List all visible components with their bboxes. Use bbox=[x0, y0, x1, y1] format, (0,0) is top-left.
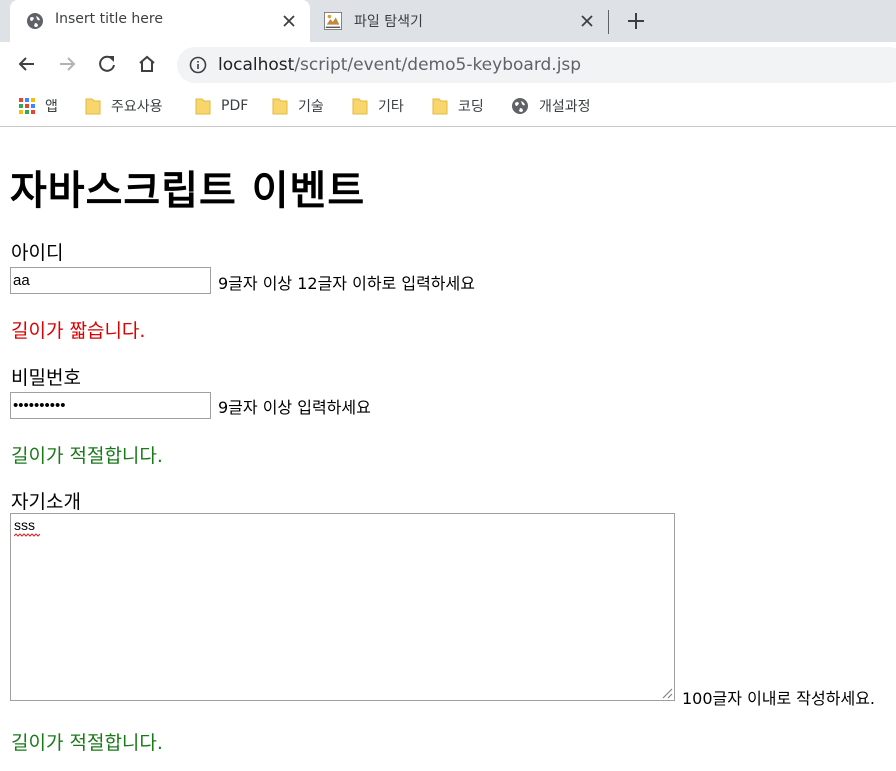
bookmark-folder-tech[interactable]: 기술 bbox=[272, 95, 324, 117]
spellcheck-underline bbox=[14, 533, 40, 537]
tab-divider bbox=[608, 10, 609, 34]
close-icon[interactable] bbox=[280, 12, 298, 30]
resize-handle-icon[interactable] bbox=[661, 687, 673, 699]
bookmark-label: 기술 bbox=[298, 99, 324, 115]
url-host: localhost bbox=[218, 55, 295, 75]
reload-icon[interactable] bbox=[96, 53, 118, 75]
folder-icon bbox=[272, 98, 288, 115]
intro-length-message: 길이가 적절합니다. bbox=[11, 732, 163, 754]
folder-icon bbox=[85, 98, 101, 115]
forward-arrow-icon[interactable] bbox=[56, 53, 78, 75]
bookmark-course[interactable]: 개설과정 bbox=[511, 95, 591, 117]
intro-textarea[interactable]: sss bbox=[10, 513, 675, 701]
bookmark-label: 앱 bbox=[45, 99, 58, 115]
globe-icon bbox=[512, 98, 528, 114]
url-text: localhost/script/event/demo5-keyboard.js… bbox=[218, 55, 581, 75]
url-path: /script/event/demo5-keyboard.jsp bbox=[294, 55, 582, 75]
tab-strip: Insert title here 파일 탐색기 bbox=[0, 0, 896, 42]
bookmark-folder-main[interactable]: 주요사용 bbox=[85, 95, 163, 117]
home-icon[interactable] bbox=[136, 53, 158, 75]
address-bar[interactable]: localhost/script/event/demo5-keyboard.js… bbox=[177, 47, 896, 83]
password-length-message: 길이가 적절합니다. bbox=[11, 445, 163, 467]
id-input[interactable] bbox=[10, 267, 211, 294]
bookmark-label: 주요사용 bbox=[111, 99, 163, 115]
folder-icon bbox=[432, 98, 448, 115]
folder-icon bbox=[352, 98, 368, 115]
bookmarks-bar: 앱 주요사용 PDF 기술 기타 코딩 개설과정 bbox=[0, 87, 896, 127]
globe-icon bbox=[27, 13, 43, 29]
password-input[interactable] bbox=[10, 392, 211, 419]
bookmark-label: 개설과정 bbox=[539, 99, 591, 115]
info-icon[interactable] bbox=[189, 56, 207, 74]
bookmark-label: PDF bbox=[221, 98, 249, 114]
page-title: 자바스크립트 이벤트 bbox=[10, 168, 366, 214]
navigation-bar: localhost/script/event/demo5-keyboard.js… bbox=[0, 42, 896, 87]
id-length-message: 길이가 짧습니다. bbox=[11, 320, 146, 342]
password-label: 비밀번호 bbox=[11, 367, 81, 389]
bookmark-label: 코딩 bbox=[458, 99, 484, 115]
folder-icon bbox=[195, 98, 211, 115]
password-hint: 9글자 이상 입력하세요 bbox=[218, 398, 371, 417]
intro-label: 자기소개 bbox=[11, 491, 81, 513]
tab-insert-title[interactable]: Insert title here bbox=[10, 0, 310, 42]
apps-grid-icon bbox=[19, 98, 35, 114]
bookmark-apps[interactable]: 앱 bbox=[19, 95, 58, 117]
file-explorer-icon bbox=[324, 12, 342, 30]
bookmark-label: 기타 bbox=[378, 99, 404, 115]
intro-hint: 100글자 이내로 작성하세요. bbox=[682, 689, 875, 708]
bookmark-folder-coding[interactable]: 코딩 bbox=[432, 95, 484, 117]
close-icon[interactable] bbox=[578, 12, 596, 30]
bookmark-folder-etc[interactable]: 기타 bbox=[352, 95, 404, 117]
bookmark-folder-pdf[interactable]: PDF bbox=[195, 95, 248, 117]
tab-title: Insert title here bbox=[55, 11, 163, 27]
tab-title: 파일 탐색기 bbox=[354, 14, 423, 30]
new-tab-icon[interactable] bbox=[625, 10, 647, 32]
id-hint: 9글자 이상 12글자 이하로 입력하세요 bbox=[218, 274, 475, 293]
page-content: 자바스크립트 이벤트 아이디 9글자 이상 12글자 이하로 입력하세요 길이가… bbox=[0, 128, 896, 771]
id-label: 아이디 bbox=[11, 242, 64, 264]
tab-file-explorer[interactable]: 파일 탐색기 bbox=[312, 0, 608, 42]
back-arrow-icon[interactable] bbox=[16, 53, 38, 75]
